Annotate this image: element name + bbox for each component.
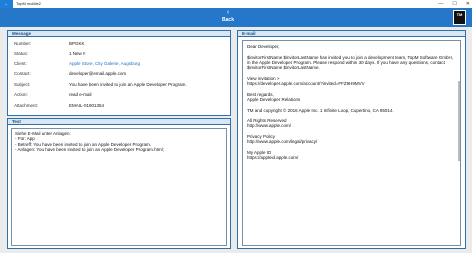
- back-button[interactable]: ‹ Back: [214, 9, 242, 26]
- app-title: TopM mobile2: [16, 1, 41, 6]
- row-label: Status:: [14, 51, 29, 56]
- window-back-button[interactable]: ←: [0, 0, 13, 8]
- email-panel: E-mail Dear Developer, $invitorFirstName…: [237, 30, 466, 249]
- email-scrollbar[interactable]: [458, 81, 460, 161]
- email-paragraph: View invitation > https://developer.appl…: [247, 75, 365, 87]
- row-label: Contact:: [14, 71, 31, 76]
- row-label: Number:: [14, 41, 32, 46]
- window-controls: — ☐ ✕: [438, 0, 470, 8]
- app-header: ‹ Back: [0, 8, 472, 27]
- client-link[interactable]: Apple Store, City Galerie, Augsburg: [69, 61, 140, 66]
- email-paragraph: My Apple ID https://appleid.apple.com/: [247, 149, 299, 161]
- email-body[interactable]: Dear Developer, $invitorFirstName $invit…: [242, 40, 461, 246]
- row-value: read e-mail: [69, 92, 92, 97]
- email-paragraph: Dear Developer,: [247, 44, 280, 49]
- email-paragraph: TM and copyright © 2016 Apple Inc. 1 Inf…: [247, 107, 394, 113]
- row-value: 1 New !!: [69, 51, 86, 56]
- row-value: EMAIL-01901354: [69, 103, 105, 108]
- row-value: BPGKK: [69, 41, 85, 46]
- app-logo: TM: [453, 10, 466, 25]
- maximize-button[interactable]: ☐: [452, 0, 456, 8]
- text-panel-heading: Text: [8, 119, 230, 125]
- row-label: Attachment:: [14, 103, 39, 108]
- row-label: Action:: [14, 92, 28, 97]
- row-value: developer@email.apple.com: [69, 71, 127, 76]
- row-label: Subject:: [14, 82, 31, 87]
- message-panel: Message Number: BPGKK Status: 1 New !! C…: [7, 30, 231, 116]
- row-value: You have been invited to join an Apple D…: [69, 82, 187, 87]
- text-content[interactable]: Siehe E-Mail unter Anlagen: - Für: App -…: [11, 128, 227, 246]
- back-chevron-icon: ‹: [226, 9, 230, 16]
- text-line: - Anlagen: You have been invited to join…: [15, 146, 164, 152]
- email-panel-heading: E-mail: [238, 31, 465, 37]
- content-area: Message Number: BPGKK Status: 1 New !! C…: [0, 27, 472, 253]
- text-panel: Text Siehe E-Mail unter Anlagen: - Für: …: [7, 118, 231, 249]
- email-paragraph: Best regards, Apple Developer Relations: [247, 91, 301, 102]
- message-panel-heading: Message: [8, 31, 230, 37]
- close-button[interactable]: ✕: [466, 0, 470, 8]
- email-paragraph: All Rights Reserved http://www.apple.com…: [247, 118, 292, 129]
- minimize-button[interactable]: —: [438, 0, 443, 8]
- back-button-label: Back: [222, 17, 234, 23]
- row-label: Client:: [14, 61, 27, 66]
- email-paragraph: Privacy Policy http://www.apple.com/lega…: [247, 134, 318, 145]
- title-bar: ← TopM mobile2 — ☐ ✕: [0, 0, 472, 8]
- email-paragraph: $invitorFirstName $invitorLastName has i…: [247, 54, 454, 71]
